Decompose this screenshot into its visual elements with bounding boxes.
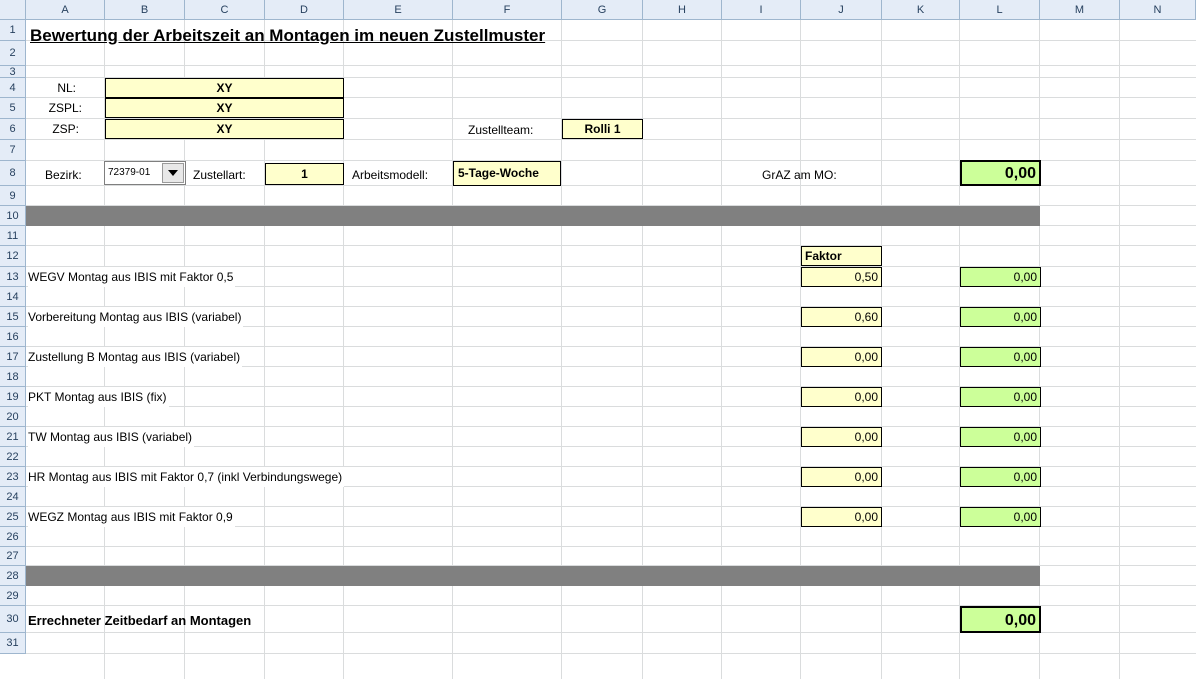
row-header-16[interactable]: 16 <box>0 327 26 347</box>
row-header-22[interactable]: 22 <box>0 447 26 467</box>
result-cell[interactable]: 0,00 <box>960 427 1041 447</box>
row-header-3[interactable]: 3 <box>0 66 26 78</box>
row-header-29[interactable]: 29 <box>0 586 26 606</box>
zustellteam-value-cell[interactable]: Rolli 1 <box>562 119 643 139</box>
grid-hline <box>26 546 1196 547</box>
grid-hline <box>26 245 1196 246</box>
item-label: Vorbereitung Montag aus IBIS (variabel) <box>28 307 244 327</box>
result-cell[interactable]: 0,00 <box>960 467 1041 487</box>
item-label: WEGV Montag aus IBIS mit Faktor 0,5 <box>28 267 236 287</box>
row-header-6[interactable]: 6 <box>0 119 26 140</box>
column-header-l[interactable]: L <box>960 0 1040 20</box>
spreadsheet-grid: ABCDEFGHIJKLMN 1 2 3 4 5 6 7 8 9 10 11 12 13 14 15 16 17… <box>0 0 1196 679</box>
column-header-i[interactable]: I <box>722 0 801 20</box>
row-header-24[interactable]: 24 <box>0 487 26 507</box>
graz-value-cell[interactable]: 0,00 <box>960 160 1041 186</box>
bezirk-label: Bezirk: <box>45 168 82 182</box>
column-header-j[interactable]: J <box>801 0 882 20</box>
result-cell[interactable]: 0,00 <box>960 507 1041 527</box>
result-cell[interactable]: 0,00 <box>960 307 1041 327</box>
item-label: Zustellung B Montag aus IBIS (variabel) <box>28 347 243 367</box>
item-label: WEGZ Montag aus IBIS mit Faktor 0,9 <box>28 507 235 527</box>
row-header-27[interactable]: 27 <box>0 547 26 566</box>
column-header-b[interactable]: B <box>105 0 185 20</box>
row-header-17[interactable]: 17 <box>0 347 26 367</box>
column-header-n[interactable]: N <box>1120 0 1196 20</box>
column-header-c[interactable]: C <box>185 0 265 20</box>
arbeitsmodell-label: Arbeitsmodell: <box>352 168 429 182</box>
faktor-cell[interactable]: 0,60 <box>801 307 882 327</box>
result-cell[interactable]: 0,00 <box>960 267 1041 287</box>
row-header-30[interactable]: 30 <box>0 606 26 633</box>
grid-hline <box>26 139 1196 140</box>
faktor-cell[interactable]: 0,00 <box>801 347 882 367</box>
chevron-down-icon[interactable] <box>162 163 184 183</box>
row-header-14[interactable]: 14 <box>0 287 26 307</box>
item-label: TW Montag aus IBIS (variabel) <box>28 427 195 447</box>
row-header-11[interactable]: 11 <box>0 226 26 246</box>
row-header-18[interactable]: 18 <box>0 367 26 387</box>
zsp-value-cell[interactable]: XY <box>105 119 344 139</box>
column-header-h[interactable]: H <box>643 0 722 20</box>
column-header-d[interactable]: D <box>265 0 344 20</box>
row-header-4[interactable]: 4 <box>0 78 26 98</box>
row-header-5[interactable]: 5 <box>0 98 26 119</box>
zspl-label: ZSPL: <box>48 101 82 115</box>
item-label: HR Montag aus IBIS mit Faktor 0,7 (inkl … <box>28 467 345 487</box>
row-header-12[interactable]: 12 <box>0 246 26 267</box>
zsp-label: ZSP: <box>52 122 79 136</box>
result-cell[interactable]: 0,00 <box>960 387 1041 407</box>
grid-hline <box>26 65 1196 66</box>
faktor-cell[interactable]: 0,00 <box>801 387 882 407</box>
zustellart-value-cell[interactable]: 1 <box>265 163 344 185</box>
grid-hline <box>26 653 1196 654</box>
row-header-26[interactable]: 26 <box>0 527 26 547</box>
faktor-header-cell[interactable]: Faktor <box>801 246 882 266</box>
faktor-cell[interactable]: 0,00 <box>801 427 882 447</box>
row-header-25[interactable]: 25 <box>0 507 26 527</box>
zustellart-label: Zustellart: <box>193 168 246 182</box>
column-header-k[interactable]: K <box>882 0 960 20</box>
row-header-19[interactable]: 19 <box>0 387 26 407</box>
row-header-23[interactable]: 23 <box>0 467 26 487</box>
row-header-9[interactable]: 9 <box>0 186 26 206</box>
nl-value-cell[interactable]: XY <box>105 78 344 98</box>
zspl-value-cell[interactable]: XY <box>105 98 344 118</box>
faktor-cell[interactable]: 0,50 <box>801 267 882 287</box>
result-cell[interactable]: 0,00 <box>960 347 1041 367</box>
column-header-g[interactable]: G <box>562 0 643 20</box>
row-header-7[interactable]: 7 <box>0 140 26 161</box>
row-header-8[interactable]: 8 <box>0 161 26 186</box>
column-header-f[interactable]: F <box>453 0 562 20</box>
row-header-13[interactable]: 13 <box>0 267 26 287</box>
select-all-corner[interactable] <box>0 0 26 20</box>
row-header-15[interactable]: 15 <box>0 307 26 327</box>
graz-label: GrAZ am MO: <box>762 168 837 182</box>
total-value-cell[interactable]: 0,00 <box>960 606 1041 633</box>
faktor-cell[interactable]: 0,00 <box>801 507 882 527</box>
arbeitsmodell-value-cell[interactable]: 5-Tage-Woche <box>453 161 561 186</box>
row-header-20[interactable]: 20 <box>0 407 26 427</box>
column-header-e[interactable]: E <box>344 0 453 20</box>
row-header-2[interactable]: 2 <box>0 41 26 66</box>
row-header-28[interactable]: 28 <box>0 566 26 586</box>
row-header-1[interactable]: 1 <box>0 20 26 41</box>
separator-bar-bottom <box>26 566 1040 586</box>
sheet-title: Bewertung der Arbeitszeit an Montagen im… <box>30 26 546 45</box>
nl-label: NL: <box>57 81 76 95</box>
item-label: PKT Montag aus IBIS (fix) <box>28 387 169 407</box>
separator-bar-top <box>26 206 1040 226</box>
row-header-10[interactable]: 10 <box>0 206 26 226</box>
zustellteam-label: Zustellteam: <box>468 123 534 137</box>
row-header-31[interactable]: 31 <box>0 633 26 654</box>
total-label: Errechneter Zeitbedarf an Montagen <box>28 613 252 628</box>
row-header-21[interactable]: 21 <box>0 427 26 447</box>
faktor-cell[interactable]: 0,00 <box>801 467 882 487</box>
bezirk-value: 72379-01 <box>108 167 151 178</box>
column-header-m[interactable]: M <box>1040 0 1120 20</box>
column-header-a[interactable]: A <box>26 0 105 20</box>
bezirk-dropdown[interactable]: 72379-01 <box>104 161 186 185</box>
